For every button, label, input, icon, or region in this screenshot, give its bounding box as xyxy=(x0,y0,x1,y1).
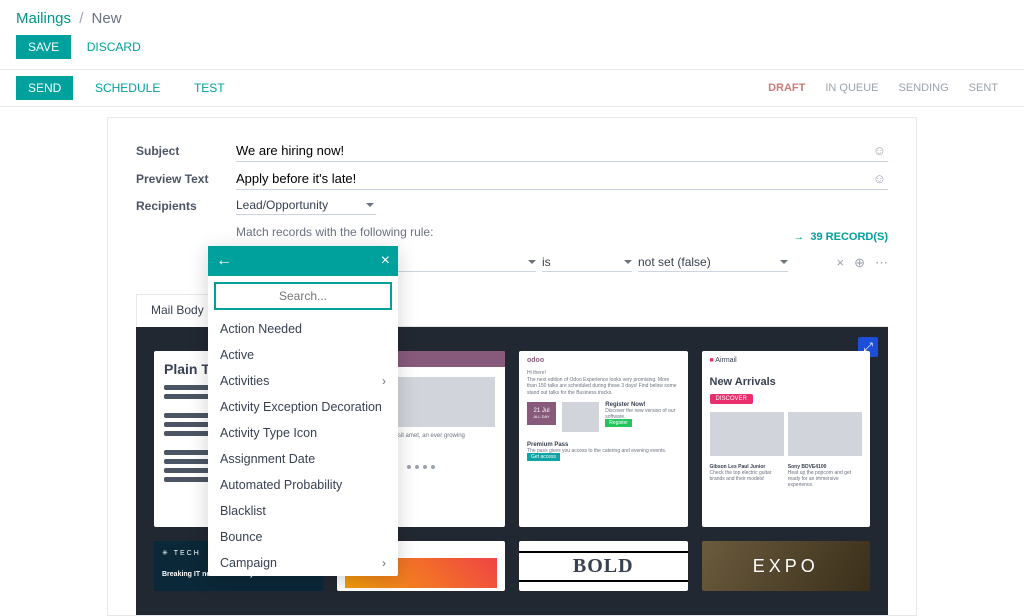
dropdown-item[interactable]: Action Needed xyxy=(208,316,398,342)
send-button[interactable]: SEND xyxy=(16,76,73,100)
stage-sending[interactable]: SENDING xyxy=(889,78,959,98)
dropdown-item[interactable]: Campaign› xyxy=(208,550,398,576)
dropdown-item[interactable]: Bounce xyxy=(208,524,398,550)
delete-rule-icon[interactable]: × xyxy=(837,255,845,271)
dropdown-item[interactable]: Activities› xyxy=(208,368,398,394)
dropdown-item[interactable]: Activity Type Icon xyxy=(208,420,398,446)
add-rule-icon[interactable]: ⊕ xyxy=(854,255,865,271)
stage-in-queue[interactable]: IN QUEUE xyxy=(815,78,888,98)
dropdown-item[interactable]: Assignment Date xyxy=(208,446,398,472)
dropdown-item[interactable]: Automated Probability xyxy=(208,472,398,498)
template-airmail[interactable]: ■ Airmail New ArrivalsDISCOVER Gibson Le… xyxy=(702,351,871,527)
dropdown-search-input[interactable] xyxy=(214,282,392,310)
stage-sent[interactable]: SENT xyxy=(959,78,1008,98)
breadcrumb-sep: / xyxy=(79,10,83,27)
breadcrumb-current: New xyxy=(92,10,122,27)
breadcrumb: Mailings / New xyxy=(16,10,1008,27)
more-rule-icon[interactable]: ⋯ xyxy=(875,255,888,271)
close-icon[interactable]: × xyxy=(381,252,390,270)
field-dropdown: ← × Action Needed Active Activities› Act… xyxy=(208,246,398,576)
chevron-right-icon: › xyxy=(382,374,386,388)
schedule-button[interactable]: SCHEDULE xyxy=(83,76,172,100)
tab-mail-body[interactable]: Mail Body xyxy=(136,294,219,327)
breadcrumb-root[interactable]: Mailings xyxy=(16,10,71,27)
test-button[interactable]: TEST xyxy=(182,76,237,100)
dropdown-list: Action Needed Active Activities› Activit… xyxy=(208,316,398,576)
records-link[interactable]: → 39 RECORD(S) xyxy=(793,231,888,243)
template-bold[interactable]: BOLD xyxy=(519,541,688,591)
form-sheet: Subject ☺ Preview Text ☺ Recipients Lead… xyxy=(107,117,917,616)
status-bar: DRAFT IN QUEUE SENDING SENT xyxy=(758,78,1008,98)
save-button[interactable]: SAVE xyxy=(16,35,71,59)
template-newsletter[interactable]: odoo Hi there!The next edition of Odoo E… xyxy=(519,351,688,527)
chevron-right-icon: › xyxy=(382,556,386,570)
emoji-icon[interactable]: ☺ xyxy=(873,143,886,158)
preview-input[interactable] xyxy=(236,168,888,190)
subject-label: Subject xyxy=(136,144,236,158)
preview-label: Preview Text xyxy=(136,172,236,186)
rule-operator-select[interactable]: is xyxy=(542,253,632,272)
dropdown-item[interactable]: Blacklist xyxy=(208,498,398,524)
discard-button[interactable]: DISCARD xyxy=(75,35,153,59)
subject-input[interactable] xyxy=(236,140,888,162)
arrow-right-icon: → xyxy=(793,231,804,243)
template-expo[interactable]: EXPO xyxy=(702,541,871,591)
back-icon[interactable]: ← xyxy=(216,252,232,270)
recipients-select[interactable]: Lead/Opportunity xyxy=(236,196,376,215)
dropdown-item[interactable]: Activity Exception Decoration xyxy=(208,394,398,420)
emoji-icon[interactable]: ☺ xyxy=(873,171,886,186)
match-hint: Match records with the following rule: xyxy=(236,225,888,239)
rule-value-select[interactable]: not set (false) xyxy=(638,253,788,272)
recipients-label: Recipients xyxy=(136,199,236,213)
stage-draft[interactable]: DRAFT xyxy=(758,78,815,98)
dropdown-item[interactable]: Active xyxy=(208,342,398,368)
